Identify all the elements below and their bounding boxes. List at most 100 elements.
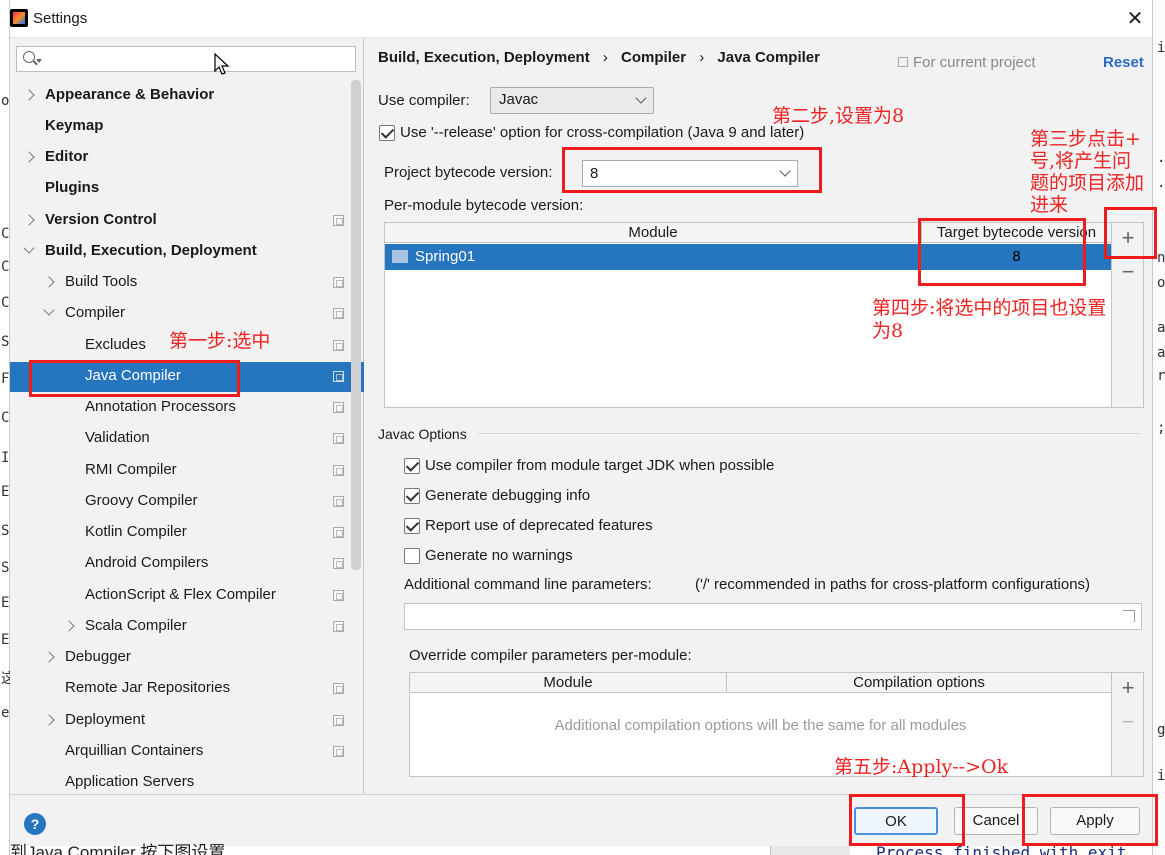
column-header-options[interactable]: Compilation options bbox=[727, 674, 1111, 691]
project-scope-icon bbox=[333, 683, 344, 694]
project-scope-icon bbox=[898, 57, 908, 67]
annotation-box bbox=[1104, 207, 1157, 259]
javac-option-checkbox[interactable] bbox=[404, 518, 420, 534]
sidebar-item[interactable]: Version Control bbox=[0, 205, 350, 235]
additional-params-hint: ('/' recommended in paths for cross-plat… bbox=[695, 576, 1091, 593]
background-text: 到Java Compiler 按下图设置 bbox=[10, 843, 226, 855]
annotation-step3-line1: 第三步点击+ bbox=[1030, 128, 1141, 150]
module-name: Spring01 bbox=[415, 248, 476, 265]
background-text: . bbox=[1157, 175, 1165, 191]
project-scope-icon bbox=[333, 465, 344, 476]
chevron-right-icon[interactable] bbox=[63, 620, 75, 632]
sidebar-item[interactable]: Application Servers bbox=[0, 767, 350, 797]
project-scope-icon bbox=[333, 496, 344, 507]
section-divider bbox=[478, 433, 1140, 434]
annotation-step3-line4: 进来 bbox=[1030, 194, 1069, 216]
javac-option-label: Report use of deprecated features bbox=[425, 517, 653, 534]
sidebar-item[interactable]: Kotlin Compiler bbox=[0, 517, 350, 547]
sidebar-item[interactable]: Editor bbox=[0, 142, 350, 172]
add-icon[interactable]: + bbox=[1112, 675, 1144, 701]
annotation-box bbox=[849, 794, 965, 846]
background-text: ; bbox=[1157, 420, 1165, 436]
help-icon[interactable]: ? bbox=[24, 813, 46, 835]
project-scope-icon bbox=[333, 215, 344, 226]
background-text: o bbox=[1157, 275, 1165, 291]
project-scope-icon bbox=[333, 340, 344, 351]
sidebar-item-label: Kotlin Compiler bbox=[85, 523, 187, 540]
sidebar-item[interactable]: Scala Compiler bbox=[0, 611, 350, 641]
remove-icon[interactable]: − bbox=[1112, 709, 1144, 735]
project-scope-icon bbox=[333, 308, 344, 319]
sidebar-item-label: Version Control bbox=[45, 211, 157, 228]
search-dropdown-icon bbox=[36, 59, 42, 63]
sidebar-item-label: Plugins bbox=[45, 179, 100, 196]
chevron-right-icon[interactable] bbox=[23, 214, 35, 226]
sidebar-item-label: Build, Execution, Deployment bbox=[45, 242, 257, 259]
sidebar-item[interactable]: Build Tools bbox=[0, 267, 350, 297]
annotation-box bbox=[562, 147, 822, 193]
sidebar-item-label: Validation bbox=[85, 429, 150, 446]
sidebar-item-label: ActionScript & Flex Compiler bbox=[85, 586, 276, 603]
reset-link[interactable]: Reset bbox=[1103, 54, 1144, 71]
sidebar-scrollbar[interactable] bbox=[351, 80, 361, 570]
close-icon[interactable]: ✕ bbox=[1124, 6, 1146, 31]
sidebar-item-label: Scala Compiler bbox=[85, 617, 187, 634]
background-text: r bbox=[1157, 368, 1165, 384]
chevron-right-icon[interactable] bbox=[43, 714, 55, 726]
background-text: i bbox=[1157, 40, 1165, 56]
sidebar-item-label: Editor bbox=[45, 148, 89, 165]
sidebar-item[interactable]: Plugins bbox=[0, 173, 350, 203]
javac-option-checkbox[interactable] bbox=[404, 488, 420, 504]
sidebar-item[interactable]: Compiler bbox=[0, 298, 350, 328]
chevron-right-icon[interactable] bbox=[23, 89, 35, 101]
background-text: n bbox=[1157, 250, 1165, 266]
sidebar-item[interactable]: ActionScript & Flex Compiler bbox=[0, 580, 350, 610]
javac-option-label: Generate no warnings bbox=[425, 547, 573, 564]
annotation-step3-line2: 号,将产生问 bbox=[1030, 150, 1132, 172]
sidebar-item[interactable]: Arquillian Containers bbox=[0, 736, 350, 766]
column-header-module[interactable]: Module bbox=[385, 224, 921, 241]
project-scope-icon bbox=[333, 715, 344, 726]
sidebar-item[interactable]: Keymap bbox=[0, 111, 350, 141]
sidebar-item[interactable]: Appearance & Behavior bbox=[0, 80, 350, 110]
sidebar-item-label: Excludes bbox=[85, 336, 146, 353]
additional-params-input[interactable] bbox=[404, 603, 1142, 630]
sidebar-item-label: Android Compilers bbox=[85, 554, 209, 571]
use-compiler-value: Javac bbox=[499, 91, 539, 108]
javac-option-checkbox[interactable] bbox=[404, 548, 420, 564]
column-header-module[interactable]: Module bbox=[410, 674, 726, 691]
remove-icon[interactable]: − bbox=[1112, 259, 1144, 285]
sidebar-item-label: Compiler bbox=[65, 304, 126, 321]
sidebar-item[interactable]: Validation bbox=[0, 423, 350, 453]
sidebar-item[interactable]: Groovy Compiler bbox=[0, 486, 350, 516]
background-text: . bbox=[1157, 150, 1165, 166]
sidebar-item[interactable]: Debugger bbox=[0, 642, 350, 672]
module-folder-icon bbox=[392, 250, 408, 263]
chevron-down-icon bbox=[635, 92, 647, 104]
sidebar-item-label: RMI Compiler bbox=[85, 461, 177, 478]
javac-options-heading: Javac Options bbox=[378, 426, 467, 442]
chevron-right-icon[interactable] bbox=[43, 276, 55, 288]
chevron-right-icon[interactable] bbox=[23, 151, 35, 163]
chevron-right-icon[interactable] bbox=[43, 651, 55, 663]
release-option-checkbox[interactable] bbox=[379, 125, 395, 141]
sidebar-item[interactable]: Remote Jar Repositories bbox=[0, 673, 350, 703]
chevron-down-icon[interactable] bbox=[43, 304, 55, 316]
sidebar-item-label: Groovy Compiler bbox=[85, 492, 198, 509]
project-scope-icon bbox=[333, 590, 344, 601]
project-scope-icon bbox=[333, 402, 344, 413]
title-bar bbox=[10, 0, 1152, 38]
expand-icon[interactable] bbox=[1123, 610, 1135, 622]
chevron-down-icon[interactable] bbox=[23, 242, 35, 254]
javac-option-checkbox[interactable] bbox=[404, 458, 420, 474]
sidebar-item[interactable]: Android Compilers bbox=[0, 548, 350, 578]
annotation-box bbox=[1022, 794, 1158, 846]
search-input[interactable] bbox=[16, 46, 356, 72]
release-option-label: Use '--release' option for cross-compila… bbox=[400, 124, 805, 141]
sidebar-item[interactable]: RMI Compiler bbox=[0, 455, 350, 485]
sidebar-item[interactable]: Deployment bbox=[0, 705, 350, 735]
sidebar-item[interactable]: Build, Execution, Deployment bbox=[0, 236, 350, 266]
annotation-box bbox=[918, 218, 1086, 286]
project-scope-icon bbox=[333, 621, 344, 632]
use-compiler-select[interactable]: Javac bbox=[490, 87, 654, 114]
